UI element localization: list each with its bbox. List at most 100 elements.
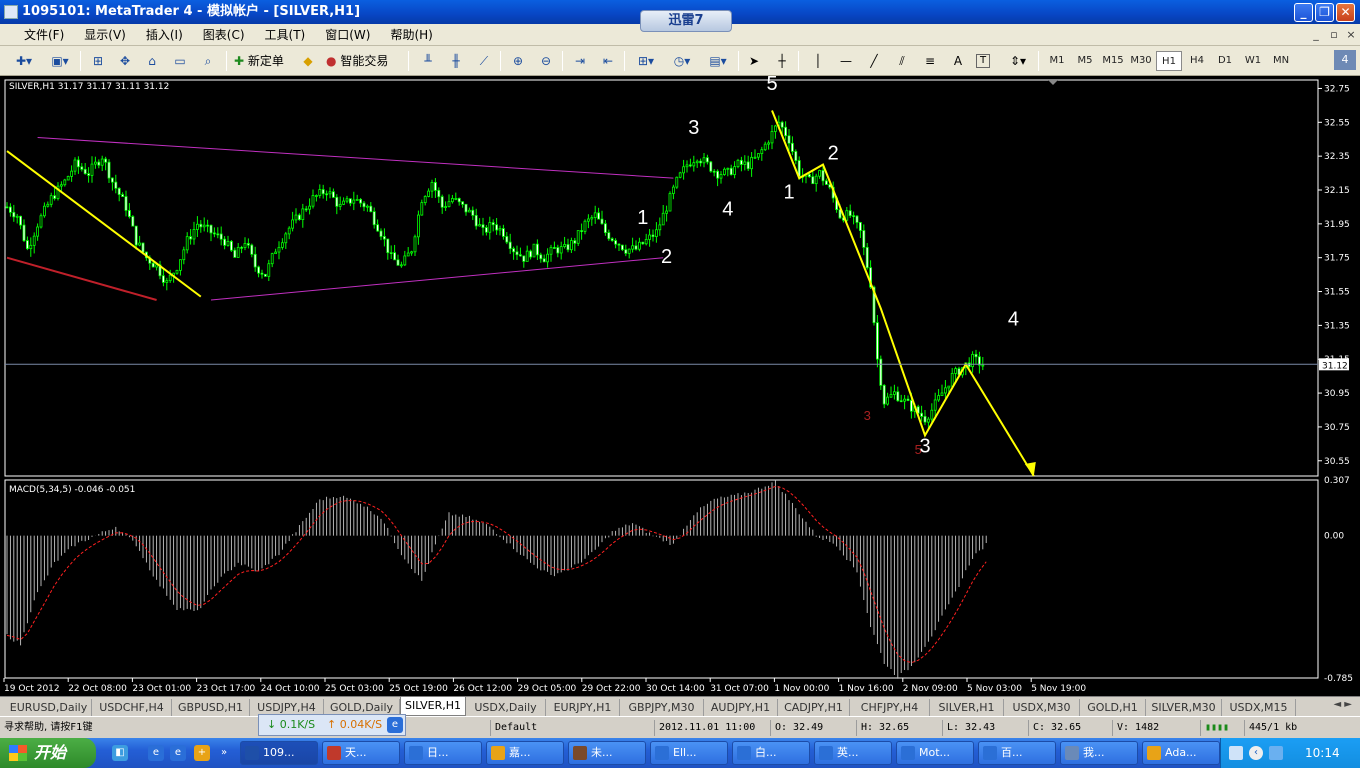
- quicklaunch-plus-icon[interactable]: +: [194, 745, 210, 761]
- chart-tab[interactable]: USDX,Daily: [466, 699, 546, 716]
- chart-tab[interactable]: SILVER,H1: [930, 699, 1004, 716]
- quicklaunch-ie2-icon[interactable]: e: [170, 745, 186, 761]
- text-label-icon[interactable]: T: [976, 54, 990, 68]
- menu-item-0[interactable]: 文件(F): [14, 24, 74, 46]
- cursor-icon[interactable]: ➤: [744, 51, 764, 71]
- timeframe-h1[interactable]: H1: [1156, 51, 1182, 71]
- price-chart[interactable]: 5324112435332.7532.5532.3532.1531.9531.7…: [0, 76, 1360, 696]
- taskbar-item[interactable]: 白...: [732, 741, 810, 765]
- mdi-restore-button[interactable]: ▫: [1326, 27, 1342, 42]
- chart-window[interactable]: 5 3 2 4 1 1 2 4 3 5 3 32.75 32.55 32.35 32.15 31.95 31.7…: [0, 76, 1360, 696]
- menu-item-6[interactable]: 帮助(H): [380, 24, 442, 46]
- taskbar-item[interactable]: 嘉...: [486, 741, 564, 765]
- close-button[interactable]: ✕: [1336, 3, 1355, 22]
- tray-arrow-icon[interactable]: ‹: [1249, 746, 1263, 760]
- taskbar-item[interactable]: Ell...: [650, 741, 728, 765]
- chart-shift-icon[interactable]: ⇤: [598, 51, 618, 71]
- ie-refresh-icon[interactable]: e: [387, 717, 403, 733]
- chart-tab[interactable]: EURUSD,Daily: [6, 699, 92, 716]
- chart-tab[interactable]: USDX,M30: [1004, 699, 1080, 716]
- chart-tab[interactable]: CHFJPY,H4: [850, 699, 930, 716]
- timeframe-m1[interactable]: M1: [1044, 51, 1070, 71]
- menu-item-2[interactable]: 插入(I): [136, 24, 193, 46]
- new-chart-icon[interactable]: ✚▾: [10, 51, 38, 71]
- candle-body: [729, 167, 733, 176]
- auto-scroll-icon[interactable]: ⇥: [570, 51, 590, 71]
- bar-chart-icon[interactable]: ╨: [418, 51, 438, 71]
- equidistant-channel-icon[interactable]: ⫽: [892, 51, 912, 71]
- terminal-icon[interactable]: ⌂: [142, 51, 162, 71]
- market-watch-icon[interactable]: ⊞: [88, 51, 108, 71]
- chart-tab[interactable]: AUDJPY,H1: [704, 699, 778, 716]
- taskbar-item[interactable]: 百...: [978, 741, 1056, 765]
- expert-advisors-button[interactable]: ● 智能交易: [326, 51, 396, 71]
- timeframe-w1[interactable]: W1: [1240, 51, 1266, 71]
- taskbar-item[interactable]: Ada...: [1142, 741, 1220, 765]
- candle-body: [121, 194, 124, 197]
- candle-body: [546, 253, 549, 263]
- fibonacci-icon[interactable]: ≡: [920, 51, 940, 71]
- keyboard-tray-icon[interactable]: [1229, 746, 1243, 760]
- taskbar-item[interactable]: 未...: [568, 741, 646, 765]
- menu-item-5[interactable]: 窗口(W): [315, 24, 380, 46]
- taskbar-item[interactable]: 英...: [814, 741, 892, 765]
- quicklaunch-desktop-icon[interactable]: ◧: [112, 745, 128, 761]
- taskbar-item[interactable]: 我...: [1060, 741, 1138, 765]
- candlestick-icon[interactable]: ╫: [446, 51, 466, 71]
- timeframe-mn[interactable]: MN: [1268, 51, 1294, 71]
- chart-tab[interactable]: USDCHF,H4: [92, 699, 172, 716]
- mdi-close-button[interactable]: ×: [1343, 27, 1359, 42]
- timeframe-h4[interactable]: H4: [1184, 51, 1210, 71]
- timeframe-d1[interactable]: D1: [1212, 51, 1238, 71]
- timeframe-m15[interactable]: M15: [1100, 51, 1126, 71]
- taskbar-item[interactable]: 109...: [240, 741, 318, 765]
- navigator-icon[interactable]: ✥: [115, 51, 135, 71]
- start-button[interactable]: 开始: [0, 738, 96, 768]
- text-tool-icon[interactable]: A: [948, 51, 968, 71]
- chart-tab[interactable]: GBPJPY,M30: [620, 699, 704, 716]
- zoom-in-icon[interactable]: ⊕: [508, 51, 528, 71]
- line-chart-icon[interactable]: ⟋: [474, 51, 494, 71]
- trendline-icon[interactable]: ╱: [864, 51, 884, 71]
- minimize-button[interactable]: _: [1294, 3, 1313, 22]
- timeframe-m5[interactable]: M5: [1072, 51, 1098, 71]
- chart-tab[interactable]: SILVER,H1: [400, 697, 466, 716]
- timeframe-m30[interactable]: M30: [1128, 51, 1154, 71]
- vertical-line-icon[interactable]: │: [808, 51, 828, 71]
- candle-body: [566, 244, 570, 251]
- mdi-minimize-button[interactable]: _: [1308, 27, 1324, 42]
- chart-tab[interactable]: GBPUSD,H1: [172, 699, 250, 716]
- xunlei-floating-badge[interactable]: 迅雷7: [640, 10, 732, 32]
- horizontal-line-icon[interactable]: —: [836, 51, 856, 71]
- x-tick-label: 29 Oct 05:00: [518, 684, 577, 694]
- taskbar-item[interactable]: 日...: [404, 741, 482, 765]
- window-count-badge[interactable]: 4: [1334, 50, 1356, 70]
- menu-item-4[interactable]: 工具(T): [255, 24, 316, 46]
- quicklaunch-ie-icon[interactable]: e: [148, 745, 164, 761]
- chart-tab[interactable]: SILVER,M30: [1146, 699, 1222, 716]
- templates-icon[interactable]: ▤▾: [704, 51, 732, 71]
- zoom-out-icon[interactable]: ⊖: [536, 51, 556, 71]
- chart-tab[interactable]: EURJPY,H1: [546, 699, 620, 716]
- chart-tab[interactable]: CADJPY,H1: [778, 699, 850, 716]
- network-speed-widget[interactable]: ↓ 0.1K/S ↑ 0.04K/S e: [258, 714, 406, 736]
- menu-item-3[interactable]: 图表(C): [193, 24, 255, 46]
- network-tray-icon[interactable]: [1269, 746, 1283, 760]
- restore-button[interactable]: ❐: [1315, 3, 1334, 22]
- chart-tab[interactable]: GOLD,H1: [1080, 699, 1146, 716]
- strategy-tester-icon[interactable]: ⌕: [198, 51, 218, 71]
- taskbar-item[interactable]: Mot...: [896, 741, 974, 765]
- indicators-icon[interactable]: ⊞▾: [632, 51, 660, 71]
- quicklaunch-more-icon[interactable]: »: [216, 745, 232, 761]
- periods-clock-icon[interactable]: ◷▾: [668, 51, 696, 71]
- chart-tab[interactable]: USDX,M15: [1222, 699, 1296, 716]
- taskbar-item[interactable]: 天...: [322, 741, 400, 765]
- menu-item-1[interactable]: 显示(V): [74, 24, 136, 46]
- profiles-icon[interactable]: ▣▾: [46, 51, 74, 71]
- arrows-tool-icon[interactable]: ⇕▾: [1004, 51, 1032, 71]
- warning-icon[interactable]: ◆: [298, 51, 318, 71]
- crosshair-icon[interactable]: ┼: [772, 51, 792, 71]
- new-order-button[interactable]: ✚ 新定单: [234, 51, 296, 71]
- tab-scroll-arrows[interactable]: ◄ ►: [1333, 699, 1352, 710]
- data-window-icon[interactable]: ▭: [170, 51, 190, 71]
